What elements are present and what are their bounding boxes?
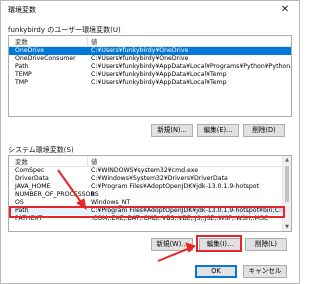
arrow-to-path-row [57,169,87,211]
arrow-to-edit-button [157,242,196,262]
annotation-arrows [57,169,196,262]
